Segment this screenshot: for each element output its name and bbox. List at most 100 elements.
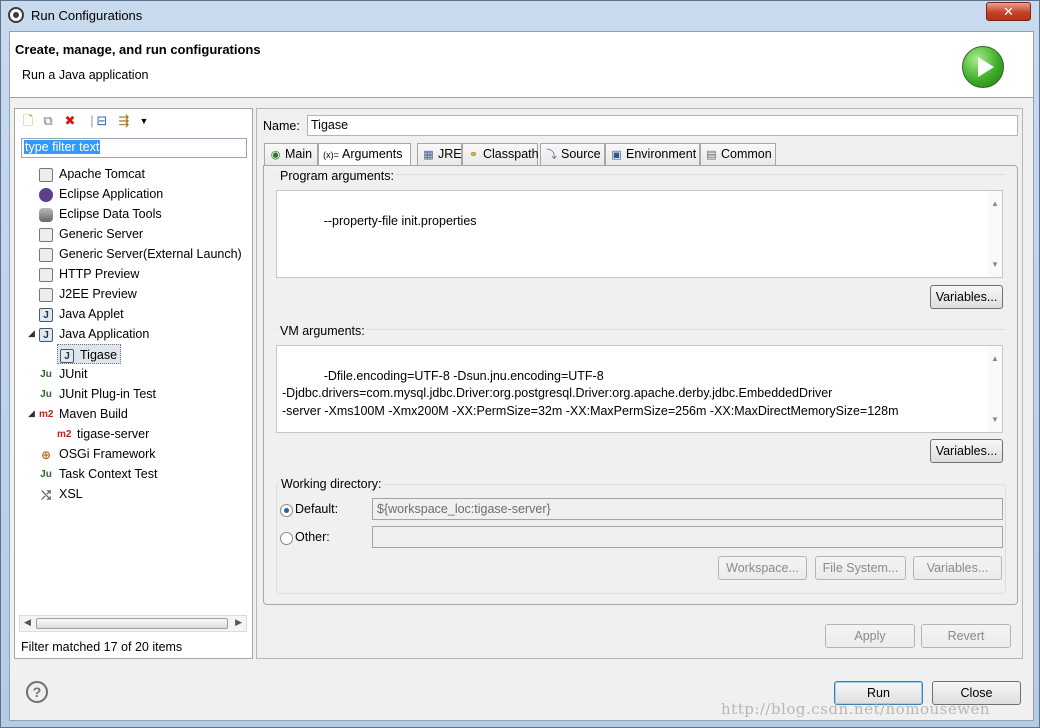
tree-item-generic-server-external[interactable]: Generic Server(External Launch) bbox=[39, 244, 242, 264]
tree-item-osgi-framework[interactable]: ⊕ OSGi Framework bbox=[39, 444, 156, 464]
arguments-tab-body: Program arguments: --property-file init.… bbox=[263, 165, 1018, 605]
tree-item-label: tigase-server bbox=[77, 427, 150, 441]
configuration-list-pane: 🗋 ⧉ ✖ | ⊟ ⇶ ▼ type filter text Apache To… bbox=[14, 108, 253, 659]
filter-icon[interactable]: ⇶ bbox=[116, 113, 132, 129]
tree-item-apache-tomcat[interactable]: Apache Tomcat bbox=[39, 164, 145, 184]
vertical-scrollbar[interactable]: ▲ ▼ bbox=[988, 346, 1002, 432]
tab-jre[interactable]: ▦ JRE bbox=[417, 143, 462, 166]
tab-label: Main bbox=[285, 147, 313, 161]
vm-arguments-group: VM arguments: -Dfile.encoding=UTF-8 -Dsu… bbox=[276, 324, 1006, 463]
working-variables-button[interactable]: Variables... bbox=[913, 556, 1002, 580]
maven-icon: m2 bbox=[39, 408, 54, 420]
tree-item-generic-server[interactable]: Generic Server bbox=[39, 224, 143, 244]
expanded-arrow-icon[interactable]: ◢ bbox=[28, 328, 35, 339]
tree-item-label: XSL bbox=[59, 487, 83, 501]
tree-item-java-applet[interactable]: J Java Applet bbox=[39, 304, 124, 324]
window-close-button[interactable]: ✕ bbox=[986, 2, 1031, 21]
other-radio[interactable] bbox=[280, 532, 293, 545]
program-arguments-text: --property-file init.properties bbox=[323, 213, 477, 228]
scroll-thumb[interactable] bbox=[36, 618, 228, 629]
tree-item-junit[interactable]: Ju JUnit bbox=[39, 364, 87, 384]
tree-item-junit-plugin-test[interactable]: Ju JUnit Plug-in Test bbox=[39, 384, 156, 404]
tree-item-label: J2EE Preview bbox=[59, 287, 137, 301]
eclipse-icon bbox=[39, 187, 53, 202]
tab-arguments[interactable]: (x)= Arguments bbox=[318, 143, 411, 167]
view-menu-icon[interactable]: ▼ bbox=[136, 113, 152, 129]
server-icon bbox=[39, 227, 53, 242]
tree-item-eclipse-application[interactable]: Eclipse Application bbox=[39, 184, 163, 204]
tree-item-task-context-test[interactable]: Ju Task Context Test bbox=[39, 464, 157, 484]
tree-item-maven-build[interactable]: m2 Maven Build bbox=[39, 404, 128, 424]
scroll-up-icon[interactable]: ▲ bbox=[991, 350, 999, 368]
tree-item-java-application[interactable]: J Java Application bbox=[39, 324, 149, 344]
tab-classpath[interactable]: ⚭ Classpath bbox=[462, 143, 539, 166]
vm-variables-button[interactable]: Variables... bbox=[930, 439, 1003, 463]
vm-arguments-label: VM arguments: bbox=[278, 324, 367, 338]
tree-item-eclipse-data-tools[interactable]: Eclipse Data Tools bbox=[39, 204, 162, 224]
tree-item-label: HTTP Preview bbox=[59, 267, 140, 281]
tab-label: Source bbox=[561, 147, 601, 161]
tree-item-j2ee-preview[interactable]: J2EE Preview bbox=[39, 284, 137, 304]
tree-item-label: Generic Server(External Launch) bbox=[59, 247, 242, 261]
tab-common[interactable]: ▤ Common bbox=[700, 143, 776, 166]
tree-item-tigase-selected[interactable]: J Tigase bbox=[57, 344, 122, 364]
vertical-scrollbar[interactable]: ▲ ▼ bbox=[988, 191, 1002, 277]
working-directory-label: Working directory: bbox=[279, 477, 384, 491]
tree-item-label: Eclipse Data Tools bbox=[59, 207, 162, 221]
program-arguments-label: Program arguments: bbox=[278, 169, 396, 183]
horizontal-scrollbar[interactable]: ◀ ▶ bbox=[19, 615, 247, 632]
server-icon bbox=[39, 247, 53, 262]
tab-label: Arguments bbox=[342, 147, 403, 161]
other-directory-field[interactable] bbox=[372, 526, 1003, 548]
tree-item-label: OSGi Framework bbox=[59, 447, 156, 461]
main-icon: ◉ bbox=[270, 149, 281, 161]
configuration-toolbar: 🗋 ⧉ ✖ | ⊟ ⇶ ▼ bbox=[15, 109, 252, 133]
tree-item-xsl[interactable]: ⤭ XSL bbox=[39, 484, 83, 504]
filter-text: type filter text bbox=[24, 140, 101, 154]
default-radio[interactable] bbox=[280, 504, 293, 517]
scroll-left-icon[interactable]: ◀ bbox=[24, 617, 31, 628]
filter-status: Filter matched 17 of 20 items bbox=[21, 640, 183, 654]
scroll-down-icon[interactable]: ▼ bbox=[991, 256, 999, 274]
dialog-header: Create, manage, and run configurations R… bbox=[10, 32, 1033, 98]
scroll-down-icon[interactable]: ▼ bbox=[991, 411, 999, 429]
window-title: Run Configurations bbox=[31, 8, 143, 23]
xsl-icon: ⤭ bbox=[41, 487, 51, 502]
scroll-up-icon[interactable]: ▲ bbox=[991, 195, 999, 213]
name-input[interactable]: Tigase bbox=[307, 115, 1018, 136]
scroll-right-icon[interactable]: ▶ bbox=[235, 617, 242, 628]
common-icon: ▤ bbox=[706, 149, 717, 161]
expanded-arrow-icon[interactable]: ◢ bbox=[28, 408, 35, 419]
arguments-icon: (x)= bbox=[323, 150, 339, 160]
tree-item-label: Java Applet bbox=[59, 307, 124, 321]
filter-input[interactable]: type filter text bbox=[21, 138, 247, 158]
vm-arguments-textarea[interactable]: -Dfile.encoding=UTF-8 -Dsun.jnu.encoding… bbox=[276, 345, 1003, 433]
server-icon bbox=[39, 167, 53, 182]
tree-item-label: JUnit bbox=[59, 367, 88, 381]
configuration-editor-pane: Name: Tigase ◉ Main (x)= Arguments ▦ JRE ⚭ C… bbox=[256, 108, 1023, 659]
program-arguments-group: Program arguments: --property-file init.… bbox=[276, 169, 1006, 309]
revert-button[interactable]: Revert bbox=[921, 624, 1011, 648]
help-icon[interactable]: ? bbox=[26, 681, 48, 703]
tree-item-tigase-server[interactable]: m2 tigase-server bbox=[57, 424, 149, 444]
duplicate-icon[interactable]: ⧉ bbox=[40, 113, 56, 129]
program-variables-button[interactable]: Variables... bbox=[930, 285, 1003, 309]
new-launch-configuration-icon[interactable]: 🗋 bbox=[20, 113, 36, 129]
eclipse-icon bbox=[8, 7, 24, 23]
collapse-all-icon[interactable]: ⊟ bbox=[94, 113, 110, 129]
tree-item-label: Tigase bbox=[80, 348, 118, 362]
environment-icon: ▣ bbox=[611, 149, 622, 161]
tab-environment[interactable]: ▣ Environment bbox=[605, 143, 700, 166]
delete-icon[interactable]: ✖ bbox=[62, 113, 78, 129]
tab-source[interactable]: ⤵ Source bbox=[540, 143, 605, 166]
file-system-button[interactable]: File System... bbox=[815, 556, 906, 580]
tree-item-http-preview[interactable]: HTTP Preview bbox=[39, 264, 139, 284]
junit-icon: Ju bbox=[40, 368, 52, 380]
tab-main[interactable]: ◉ Main bbox=[264, 143, 318, 166]
java-application-icon: J bbox=[39, 327, 53, 342]
program-arguments-textarea[interactable]: --property-file init.properties ▲ ▼ bbox=[276, 190, 1003, 278]
workspace-button[interactable]: Workspace... bbox=[718, 556, 807, 580]
apply-button[interactable]: Apply bbox=[825, 624, 915, 648]
junit-plugin-icon: Ju bbox=[40, 388, 52, 400]
run-configurations-window: Run Configurations ✕ Create, manage, and… bbox=[0, 0, 1040, 728]
